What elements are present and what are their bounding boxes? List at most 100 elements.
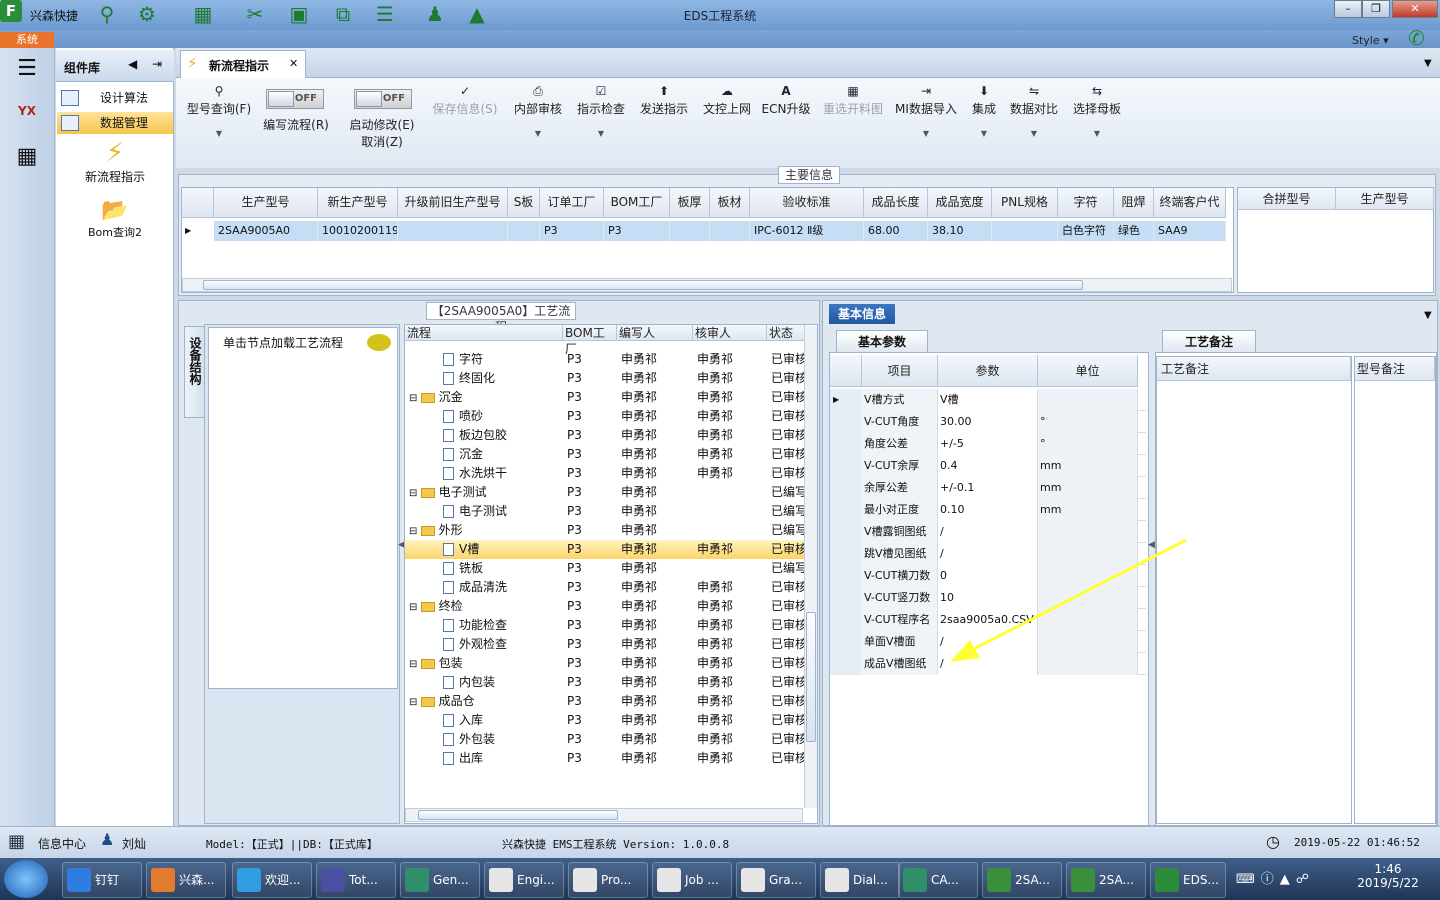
taskbar-item[interactable]: EDS... [1150,862,1226,898]
column-header[interactable]: 单位 [1038,355,1138,387]
tray-icons[interactable]: ⌨ⓘ▲☍ [1236,868,1315,887]
column-header[interactable]: 成品宽度 [928,188,992,218]
table-cell[interactable]: P3 [540,221,604,241]
param-row[interactable]: 余厚公差 +/-0.1 mm [830,477,1146,499]
launcher-bom-query[interactable]: 📂 Bom查询2 [57,198,173,242]
ecn-upgrade-button[interactable]: A ECN升级 [760,82,812,142]
tree-row[interactable]: ⊟ 外形 P3 申勇祁 已编写 [405,521,805,540]
table-cell[interactable] [670,221,710,241]
param-cell[interactable]: 跳V槽见图纸 [862,543,938,565]
data-compare-button[interactable]: ⇋ 数据对比 ▼ [1006,82,1062,142]
tree-row[interactable]: 电子测试 P3 申勇祁 已编写 [405,502,805,521]
param-cell[interactable]: mm [1038,499,1138,521]
taskbar-item[interactable]: Engi... [484,862,564,898]
column-header[interactable]: 流程 [405,325,563,341]
merge-model-grid[interactable]: 合拼型号 生产型号 [1237,187,1434,293]
param-cell[interactable]: V槽露铜图纸 [862,521,938,543]
tree-row[interactable]: V槽 P3 申勇祁 申勇祁 已审核 [405,540,805,559]
column-header[interactable]: 参数 [938,355,1038,387]
save-info-button[interactable]: ✓ 保存信息(S) [428,82,502,142]
column-header[interactable]: 订单工厂 [540,188,604,218]
column-header[interactable]: 字符 [1058,188,1114,218]
collapse-icon[interactable]: ⊟ [409,393,421,404]
column-header[interactable]: S板 [508,188,540,218]
search-icon[interactable]: ⚲ [94,2,120,26]
param-cell[interactable]: V-CUT余厚 [862,455,938,477]
taskbar-item[interactable]: Dial... [820,862,900,898]
column-header[interactable]: 新生产型号 [318,188,398,218]
table-cell[interactable]: P3 [604,221,670,241]
tree-row[interactable]: 沉金 P3 申勇祁 申勇祁 已审核 [405,445,805,464]
table-row[interactable]: ▶ 2SAA9005A010010200119450 P3P3 IPC-6012 Ⅱ级… [182,221,1234,241]
user-icon[interactable]: ♟ [422,2,448,26]
info-center-link[interactable]: 信息中心 [38,835,86,852]
column-header[interactable]: 核审人 [693,325,767,341]
param-cell[interactable]: 成品V槽图纸 [862,653,938,675]
param-cell[interactable]: mm [1038,477,1138,499]
maximize-button[interactable]: ❐ [1362,0,1390,18]
column-header[interactable]: BOM工厂 [563,325,617,356]
chart-icon[interactable]: ▲ [464,2,490,26]
doc-control-online-button[interactable]: ☁ 文控上网 [698,82,756,142]
calculator-icon[interactable]: ▦ [10,140,44,174]
param-cell[interactable]: 0.10 [938,499,1038,521]
table-cell[interactable]: IPC-6012 Ⅱ级 [750,221,864,241]
taskbar-item[interactable]: 2SA... [982,862,1062,898]
settings-icon[interactable]: ⚙ [134,2,160,26]
yx-logo-icon[interactable]: YX [10,94,44,128]
tab-device-structure[interactable]: 设备结构 [184,326,206,418]
column-header[interactable]: 终端客户代码 [1154,188,1226,237]
scissors-icon[interactable]: ✂ [242,2,268,26]
taskbar-item[interactable]: Gra... [736,862,816,898]
cancel-label[interactable]: 取消(Z) [342,133,422,149]
collapse-icon[interactable]: ⊟ [409,659,421,670]
sidebar-item-design-algorithm[interactable]: 设计算法 [57,87,173,109]
column-header[interactable]: 验收标准 [750,188,864,218]
process-tree-hscrollbar[interactable] [405,808,803,822]
taskbar-item[interactable]: Tot... [316,862,396,898]
write-process-toggle[interactable]: OFF [266,89,324,109]
table-cell[interactable] [710,221,750,241]
system-tab[interactable]: 系统 [0,32,54,48]
param-cell[interactable]: ° [1038,411,1138,433]
table-cell[interactable] [992,221,1058,241]
tree-row[interactable]: 字符 P3 申勇祁 申勇祁 已审核 [405,350,805,369]
tree-row[interactable]: 成品清洗 P3 申勇祁 申勇祁 已审核 [405,578,805,597]
table-cell[interactable]: 绿色 [1114,221,1154,241]
param-cell[interactable]: V槽 [938,389,1038,411]
send-instruction-button[interactable]: ⬆ 发送指示 [636,82,692,142]
copy-icon[interactable]: ⧉ [330,2,356,26]
phone-icon[interactable]: ✆ [1408,26,1425,50]
param-row[interactable]: V-CUT角度 30.00 ° [830,411,1146,433]
table-cell[interactable]: SAA9 [1154,221,1226,241]
param-row[interactable]: V-CUT余厚 0.4 mm [830,455,1146,477]
param-cell[interactable]: 0.4 [938,455,1038,477]
param-cell[interactable]: V-CUT横刀数 [862,565,938,587]
tree-row[interactable]: 功能检查 P3 申勇祁 申勇祁 已审核 [405,616,805,635]
taskbar-item[interactable]: 兴森... [146,862,226,898]
tree-row[interactable]: 喷砂 P3 申勇祁 申勇祁 已审核 [405,407,805,426]
close-button[interactable]: ✕ [1392,0,1438,18]
select-mother-board-button[interactable]: ⇆ 选择母板 ▼ [1068,82,1126,142]
collapse-icon[interactable]: ⊟ [409,697,421,708]
tree-row[interactable]: 外包装 P3 申勇祁 申勇祁 已审核 [405,730,805,749]
tree-row[interactable]: 外观检查 P3 申勇祁 申勇祁 已审核 [405,635,805,654]
tree-row[interactable]: 水洗烘干 P3 申勇祁 申勇祁 已审核 [405,464,805,483]
column-header[interactable]: 板厚 [670,188,710,218]
param-cell[interactable]: +/-0.1 [938,477,1038,499]
tree-row[interactable]: 板边包胶 P3 申勇祁 申勇祁 已审核 [405,426,805,445]
table-cell[interactable]: 68.00 [864,221,928,241]
mi-data-import-button[interactable]: ⇥ MI数据导入 ▼ [892,82,960,142]
tree-row[interactable]: ⊟ 沉金 P3 申勇祁 申勇祁 已审核 [405,388,805,407]
grid-icon[interactable]: ▦ [190,2,216,26]
tree-row[interactable]: 出库 P3 申勇祁 申勇祁 已审核 [405,749,805,768]
taskbar-item[interactable]: 欢迎... [232,862,312,898]
column-header[interactable]: PNL规格 [992,188,1058,218]
param-cell[interactable]: 余厚公差 [862,477,938,499]
column-header[interactable]: 升级前旧生产型号 [398,188,508,218]
column-header[interactable]: 项目 [862,355,938,387]
tree-row[interactable]: 终固化 P3 申勇祁 申勇祁 已审核 [405,369,805,388]
param-row[interactable]: ▶ V槽方式 V槽 [830,389,1146,411]
table-cell[interactable] [508,221,540,241]
column-header[interactable]: 阻焊 [1114,188,1154,218]
